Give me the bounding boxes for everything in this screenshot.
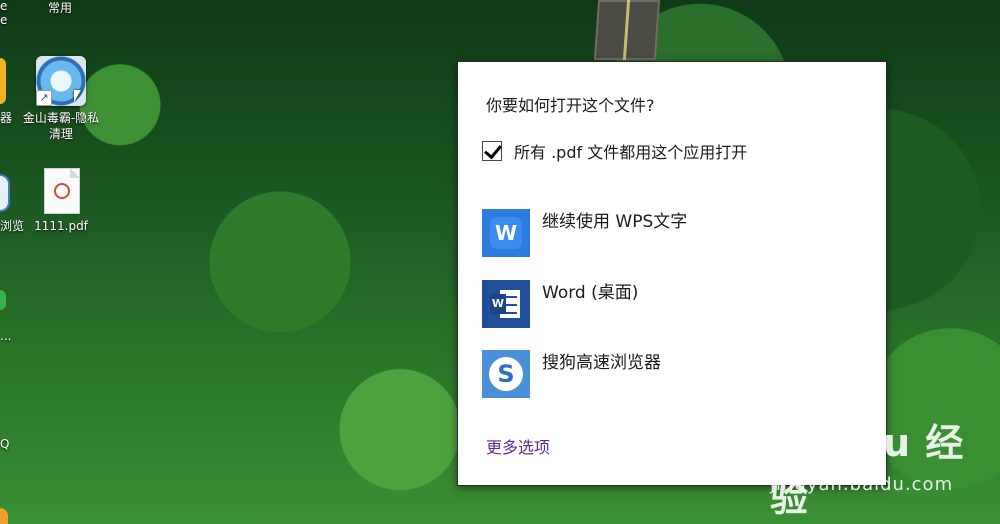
partial-app-icon[interactable]: [0, 58, 6, 104]
always-use-row[interactable]: 所有 .pdf 文件都用这个应用打开: [482, 139, 747, 163]
app-option-sogou[interactable]: S 搜狗高速浏览器: [482, 350, 661, 398]
cut-label-top-2: e: [0, 13, 8, 27]
pdf-file-icon[interactable]: [44, 168, 80, 214]
app-name-sogou: 搜狗高速浏览器: [542, 353, 661, 373]
desktop-icon-label-kingsoft[interactable]: 金山毒霸-隐私清理: [22, 110, 100, 142]
app-name-word: Word (桌面): [542, 283, 639, 303]
cut-label-ellipsis[interactable]: ...: [0, 328, 11, 344]
always-use-label[interactable]: 所有 .pdf 文件都用这个应用打开: [514, 139, 747, 163]
wps-icon: W: [482, 209, 530, 257]
partial-orange-icon[interactable]: [0, 508, 8, 524]
always-use-checkbox[interactable]: [482, 141, 502, 161]
dialog-title: 你要如何打开这个文件?: [486, 96, 655, 115]
watermark-logo: Bai du 经验: [770, 421, 965, 520]
cut-label-app[interactable]: 器: [0, 110, 12, 126]
cut-label-q[interactable]: Q: [0, 436, 9, 452]
desktop-label-common[interactable]: 常用: [48, 0, 72, 16]
watermark-url: jingyan.baidu.com: [770, 474, 954, 495]
mouse-cursor-icon: [74, 90, 81, 102]
app-name-wps: 继续使用 WPS文字: [542, 212, 688, 232]
baidu-jingyan-watermark: Bai du 经验 jingyan.baidu.com: [770, 412, 990, 520]
cut-label-browser[interactable]: 浏览: [0, 218, 24, 234]
desktop-icon-label-pdf[interactable]: 1111.pdf: [28, 218, 94, 234]
app-option-word[interactable]: W Word (桌面): [482, 280, 638, 328]
more-options-link[interactable]: 更多选项: [486, 434, 550, 458]
app-option-wps[interactable]: W 继续使用 WPS文字: [482, 209, 687, 257]
partial-browser-icon[interactable]: [0, 174, 10, 212]
sogou-browser-icon: S: [482, 350, 530, 398]
shortcut-arrow-icon: ↗: [36, 90, 52, 106]
word-icon: W: [482, 280, 530, 328]
partial-green-icon[interactable]: [0, 290, 6, 310]
background-road: [593, 0, 661, 60]
